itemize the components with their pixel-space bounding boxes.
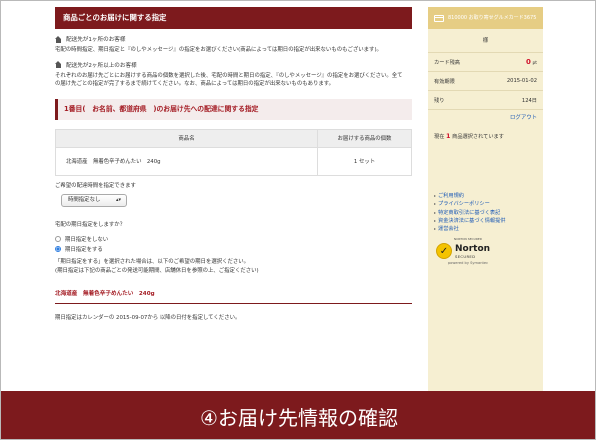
arrow-right-icon: ▸ (434, 226, 437, 232)
dest-multi-heading-text: 配送先が2ヶ所以上のお客様 (66, 62, 137, 69)
radio-no-date-button[interactable] (55, 235, 61, 242)
points-value-wrap: 0 pt (526, 58, 537, 66)
product-name-cell: 北海道産 無着色辛子めんたい 240g (55, 146, 318, 176)
time-label: ご希望の配達時間を指定できます (55, 182, 136, 189)
dest-single-heading-text: 配送先が1ヶ所のお客様 (66, 37, 126, 43)
time-select-wrap: 時間指定なし ▴▾ (55, 194, 412, 208)
radio-specify-date[interactable]: 期日指定をする (55, 244, 412, 254)
table-row: 北海道産 無着色辛子めんたい 240g 1 セット (55, 146, 412, 176)
points-label: カード残高 (434, 59, 460, 66)
column-header-product: 商品名 (55, 128, 318, 148)
dest-multi-text-2: の届け先ごとの指定が完了するまで続けてください。なお、商品によっては期日の指定が… (55, 81, 335, 88)
main-column: 商品ごとのお届けに関する指定 配送先が1ヶ所のお客様 宅配の時間指定、期日指定と… (55, 7, 412, 391)
dest-single-text: 宅配の時間指定、期日指定と『のしやメッセージ』の指定をお選びください(商品によっ… (55, 47, 382, 53)
norton-secured: SECURED (455, 253, 476, 259)
quantity-cell: 1 セット (317, 146, 412, 176)
points-unit: pt (532, 61, 537, 66)
days-value: 124日 (521, 97, 537, 104)
step-banner: ④お届け先情報の確認 (1, 391, 595, 439)
time-select[interactable]: 時間指定なし ▴▾ (61, 194, 127, 208)
norton-badge: ✓ Norton SECURED (436, 243, 500, 259)
arrow-right-icon: ▸ (434, 217, 437, 223)
link-terms[interactable]: ▸ ご利用規約 (434, 192, 543, 200)
days-row: 残り 124日 (428, 91, 543, 110)
points-row: カード残高 0 pt (428, 53, 543, 72)
norton-brand: Norton (455, 243, 491, 254)
radio-specify-date-button[interactable] (55, 245, 61, 252)
product-heading: 北海道産 無着色辛子めんたい 240g (55, 289, 412, 305)
page-frame: 商品ごとのお届けに関する指定 配送先が1ヶ所のお客様 宅配の時間指定、期日指定と… (0, 0, 596, 440)
cart-prefix: 現在 (434, 134, 445, 140)
table-header-row: 商品名 お届けする商品の個数 (55, 128, 412, 148)
date-note-2: (期日指定は下記の商品ごとの発送可能期間、店舗休日を参照の上、ご指定ください) (55, 267, 259, 274)
date-note-1: 「期日指定をする」を選択された場合は、以下のご希望の期日を選択ください。 (55, 258, 250, 265)
norton-powered: powered by Symantec (447, 261, 489, 265)
link-commerce-law-label: 特定商取引法に基づく表記 (438, 209, 501, 216)
card-title: 810000 お取り寄せグルメカード3675 (448, 15, 537, 21)
step-banner-text: ④お届け先情報の確認 (200, 405, 398, 430)
arrow-right-icon: ▸ (434, 209, 437, 215)
destination-section-heading: 1番目( お名前、都道府県 )のお届け先への配達に関する指定 (55, 98, 412, 120)
cart-status: 現在 1 商品選択されています (428, 132, 543, 140)
chevron-updown-icon: ▴▾ (115, 197, 121, 204)
items-table: 商品名 お届けする商品の個数 北海道産 無着色辛子めんたい 240g 1 セット (55, 128, 412, 176)
norton-ring-text: NORTON SECURED (453, 237, 483, 241)
norton-text: Norton SECURED (455, 244, 490, 259)
days-label: 残り (434, 97, 445, 104)
link-company-label: 運営会社 (438, 226, 459, 233)
home-icon (55, 61, 62, 69)
link-privacy[interactable]: ▸ プライバシーポリシー (434, 200, 543, 208)
link-terms-label: ご利用規約 (438, 193, 464, 199)
dest-multi-block: 配送先が2ヶ所以上のお客様 それぞれのお届け先ごとにお届けする商品の個数を選択し… (55, 61, 412, 89)
sidebar: 810000 お取り寄せグルメカード3675 様 カード残高 0 pt 有効期限… (428, 7, 543, 391)
link-payment-law[interactable]: ▸ 資金決済法に基づく情報提供 (434, 217, 543, 225)
link-payment-law-label: 資金決済法に基づく情報提供 (438, 217, 506, 224)
expiry-label: 有効期限 (434, 78, 455, 85)
availability-text: 期日指定はカレンダーの 2015-09-07から 以降の日付を指定してください。 (55, 315, 241, 322)
dest-single-heading: 配送先が1ヶ所のお客様 (55, 35, 412, 43)
link-privacy-label: プライバシーポリシー (438, 201, 490, 208)
dest-single-block: 配送先が1ヶ所のお客様 宅配の時間指定、期日指定と『のしやメッセージ』の指定をお… (55, 35, 412, 55)
home-icon (55, 35, 62, 43)
name-suffix: 様 (482, 38, 489, 44)
dest-multi-text-1: それぞれのお届け先ごとにお届けする商品の個数を選択した後、宅配の時間と期日の指定… (55, 72, 403, 79)
customer-name: 様 (428, 29, 543, 53)
norton-seal[interactable]: NORTON SECURED ✓ Norton SECURED powered … (436, 237, 500, 281)
points-value: 0 (525, 58, 531, 66)
card-header: 810000 お取り寄せグルメカード3675 (428, 7, 543, 29)
cart-suffix: 商品選択されています (452, 134, 504, 140)
radio-no-date[interactable]: 期日指定をしない (55, 234, 412, 244)
dest-multi-heading: 配送先が2ヶ所以上のお客様 (55, 61, 412, 69)
time-select-value: 時間指定なし (68, 197, 101, 204)
checkmark-icon: ✓ (436, 243, 452, 259)
expiry-row: 有効期限 2015-01-02 (428, 72, 543, 91)
cart-count: 1 (446, 132, 451, 140)
arrow-right-icon: ▸ (434, 201, 437, 207)
arrow-right-icon: ▸ (434, 193, 437, 198)
logout-wrap: ログアウト (428, 110, 543, 126)
logout-link[interactable]: ログアウト (510, 115, 537, 121)
radio-no-date-label: 期日指定をしない (65, 236, 109, 243)
link-commerce-law[interactable]: ▸ 特定商取引法に基づく表記 (434, 209, 543, 217)
footer-links: ▸ ご利用規約 ▸ プライバシーポリシー ▸ 特定商取引法に基づく表記 ▸ 資金決済法に… (428, 192, 543, 233)
column-header-quantity: お届けする商品の個数 (317, 128, 412, 148)
link-company[interactable]: ▸ 運営会社 (434, 225, 543, 233)
page-title: 商品ごとのお届けに関する指定 (55, 7, 412, 29)
radio-specify-date-label: 期日指定をする (65, 246, 103, 253)
expiry-value: 2015-01-02 (506, 78, 537, 84)
date-radio-group: 期日指定をしない 期日指定をする (55, 234, 412, 254)
card-icon (434, 14, 444, 22)
date-question: 宅配の期日指定をしますか？ (55, 222, 126, 229)
